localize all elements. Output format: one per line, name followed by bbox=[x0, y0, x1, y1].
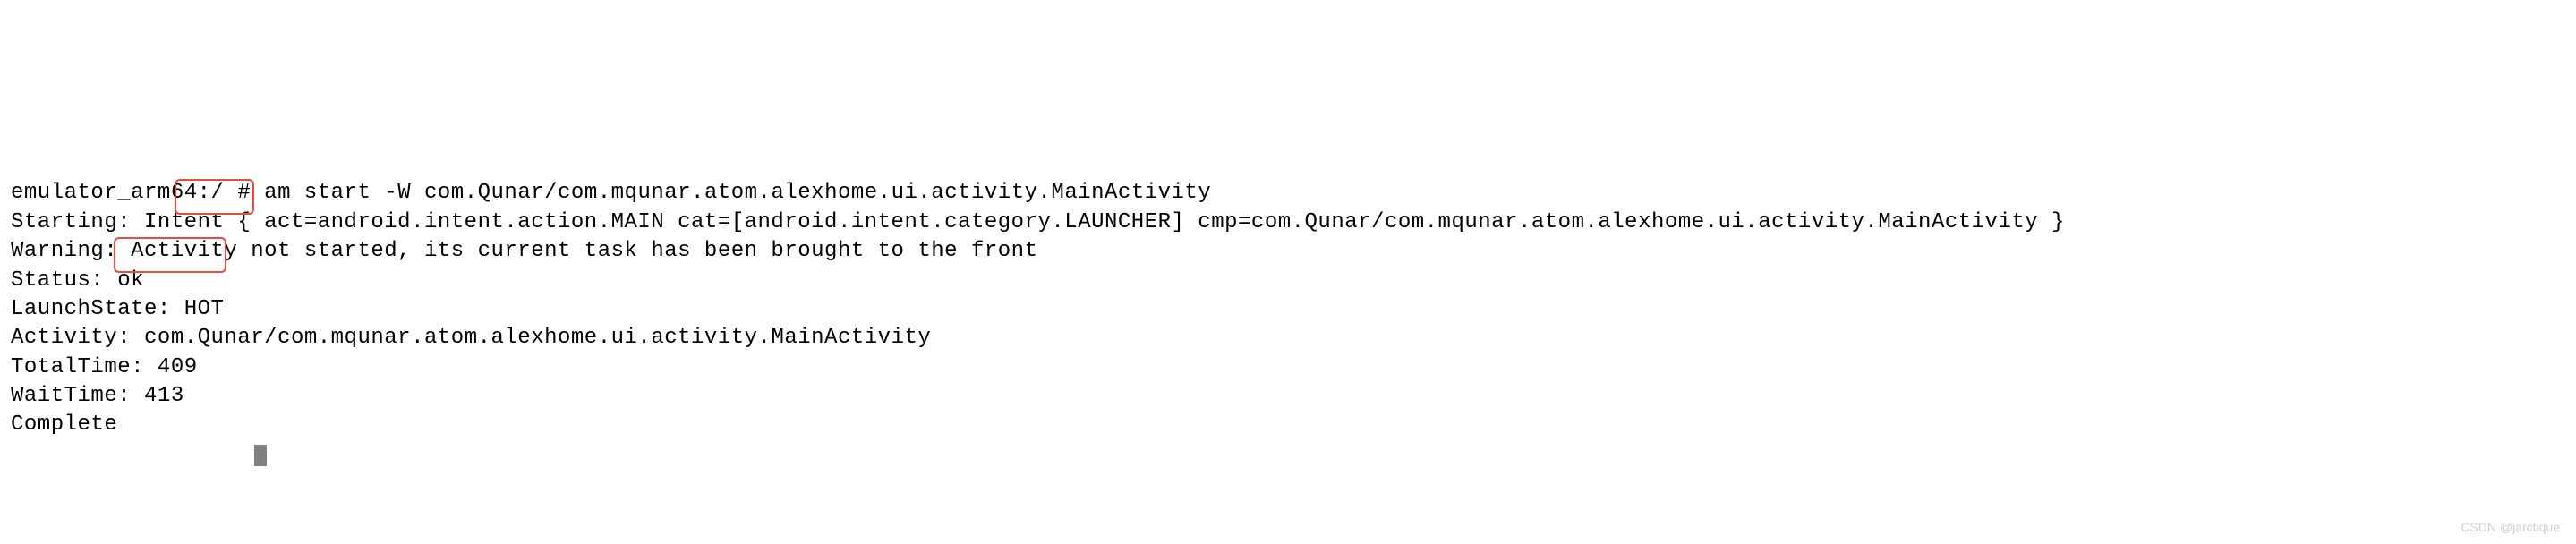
warning-line: Warning: Activity not started, its curre… bbox=[11, 239, 1037, 263]
activity-label: Activity: bbox=[11, 326, 144, 350]
prompt-symbol: # bbox=[224, 181, 264, 205]
command-text: am start -W com.Qunar/com.mqunar.atom.al… bbox=[264, 181, 1211, 205]
terminal-output: emulator_arm64:/ # am start -W com.Qunar… bbox=[0, 145, 2576, 469]
prompt-host: emulator_arm64 bbox=[11, 181, 198, 205]
totaltime-line: TotalTime: 409 bbox=[11, 355, 198, 379]
watermark-text: CSDN @jarctique bbox=[2461, 519, 2560, 536]
status-label: Status: bbox=[11, 268, 117, 293]
status-line: Status: ok bbox=[11, 268, 144, 293]
activity-value: com.Qunar/com.mqunar.atom.alexhome.ui.ac… bbox=[144, 326, 931, 350]
waittime-label: WaitTime: bbox=[11, 384, 144, 408]
command-line[interactable]: emulator_arm64:/ # am start -W com.Qunar… bbox=[11, 181, 1211, 205]
launchstate-label: LaunchState: bbox=[11, 297, 171, 321]
totaltime-value: e: 409 bbox=[117, 355, 197, 379]
terminal-cursor bbox=[254, 445, 267, 466]
starting-intent-line: Starting: Intent { act=android.intent.ac… bbox=[11, 210, 2065, 234]
waittime-value: 413 bbox=[144, 384, 184, 408]
totaltime-label: TotalTim bbox=[11, 355, 117, 379]
activity-line: Activity: com.Qunar/com.mqunar.atom.alex… bbox=[11, 326, 931, 350]
status-value: ok bbox=[117, 268, 144, 293]
launchstate-line: LaunchState: HOT bbox=[11, 297, 224, 321]
complete-line: Complete bbox=[11, 412, 117, 437]
prompt-path: :/ bbox=[198, 181, 225, 205]
launchstate-value: HOT bbox=[171, 297, 225, 321]
waittime-line: WaitTime: 413 bbox=[11, 384, 184, 408]
cursor-line bbox=[11, 442, 267, 466]
